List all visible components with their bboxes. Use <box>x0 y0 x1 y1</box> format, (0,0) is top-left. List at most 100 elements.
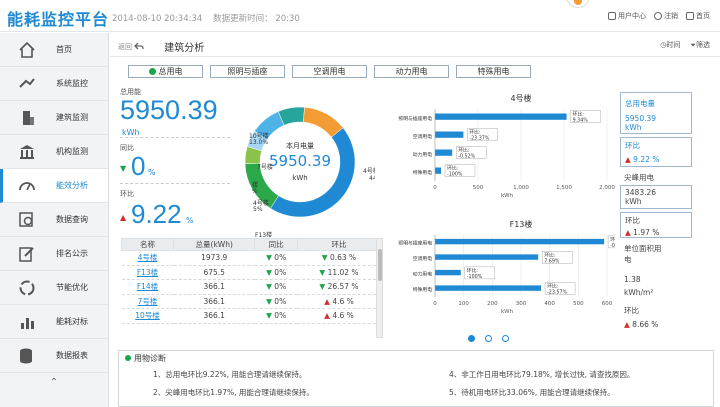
sidebar-item-4[interactable]: 能效分析 <box>0 169 108 203</box>
bar[interactable] <box>435 167 442 174</box>
slice-pct: 13.0% <box>249 139 268 146</box>
bar[interactable] <box>435 238 605 245</box>
building-link[interactable]: 4号楼 <box>121 250 174 266</box>
slice-pct: % <box>252 188 258 195</box>
rp-area-value: 1.38 <box>624 275 641 284</box>
bar[interactable] <box>435 269 461 276</box>
tab-label: 总用电 <box>158 67 183 76</box>
sidebar-item-0[interactable]: 首页 <box>0 33 108 67</box>
sidebar: 首页系统监控建筑监测 机构监测 能效分析 数据查询 排名公示 节能优化 能耗对标数据报表 ⌃ <box>0 33 109 407</box>
tab-3[interactable]: 动力用电 <box>374 65 449 78</box>
total-cell: 675.5 <box>173 265 255 280</box>
user-center-link[interactable]: 用户中心 <box>608 11 646 21</box>
yoy-text: 0% <box>274 267 287 277</box>
slice-pct: 44.7% <box>369 175 375 182</box>
user-icon <box>608 12 616 20</box>
sidebar-item-2[interactable]: 建筑监测 <box>0 101 108 135</box>
x-tick-label: 0 <box>433 301 437 307</box>
back-link[interactable]: 返回 <box>118 42 144 52</box>
table-scrollbar[interactable] <box>376 238 383 338</box>
building-link[interactable]: 7号楼 <box>121 294 174 309</box>
top-links: 用户中心 注销 首页 <box>608 11 710 21</box>
tab-label: 动力用电 <box>395 67 428 76</box>
rp-total-value: 5950.39 <box>625 114 657 123</box>
bar[interactable] <box>435 254 539 260</box>
annotation-label: 环比: <box>469 129 481 136</box>
y-tick-label: 特殊用电 <box>413 286 432 293</box>
x-tick-label: 0 <box>433 185 437 191</box>
pager-dot-3[interactable] <box>502 335 509 342</box>
x-tick-label: 1,000 <box>513 185 529 191</box>
annotation-value: -23.57% <box>547 289 567 295</box>
database-icon <box>18 347 36 365</box>
home-link[interactable]: 首页 <box>686 11 710 21</box>
sidebar-item-label: 系统监控 <box>56 79 88 88</box>
down-arrow-icon: ▼ <box>266 267 272 277</box>
sidebar-item-3[interactable]: 机构监测 <box>0 135 108 169</box>
sidebar-item-8[interactable]: 能耗对标 <box>0 305 108 339</box>
bar-chart-4: 4号楼0 500 1,000 1,500 2,000kWh照明与插座用电环比:9.34%… <box>398 93 615 199</box>
page-title: 建筑分析 <box>164 43 205 54</box>
mom-card: 环比 ▲ 9.22 % <box>620 137 692 167</box>
tab-4[interactable]: 特殊用电 <box>456 65 531 78</box>
rp-up-icon: ▲ <box>624 320 630 329</box>
donut-center-value: 5950.39 <box>269 152 331 170</box>
x-tick-label: 500 <box>573 301 584 307</box>
peak-card: 3483.26 kWh <box>620 185 692 209</box>
building-link[interactable]: 10号楼 <box>121 308 174 324</box>
sidebar-item-9[interactable]: 数据报表 <box>0 339 108 373</box>
rp-peak-mom-label: 环比 <box>625 216 640 225</box>
building-link[interactable]: F13楼 <box>121 265 174 280</box>
annotation-label: 环比: <box>547 282 559 289</box>
building-donut-chart: 本月电量5950.39kWh4号楼44.7%F13楼15.5%4号楼5%楼%7号… <box>244 106 375 237</box>
tab-0[interactable]: 总用电 <box>128 65 203 78</box>
building-icon <box>18 109 36 127</box>
mom-cell: ▲ 4.6 % <box>297 294 381 309</box>
annotation-value: -0.52% <box>458 154 475 160</box>
sidebar-item-6[interactable]: 排名公示 <box>0 237 108 271</box>
x-tick-label: 100 <box>458 301 469 307</box>
mom-cell: ▼ 0.63 % <box>297 250 381 266</box>
bar[interactable] <box>435 285 542 291</box>
slice-label: F13楼 <box>255 231 272 237</box>
tab-2[interactable]: 空调用电 <box>292 65 367 78</box>
scroll-thumb[interactable] <box>378 249 382 281</box>
table-row: 4号楼 1973.9 ▼ 0% ▼ 0.63 % <box>121 250 381 266</box>
bar[interactable] <box>435 149 453 156</box>
pager-dot-1[interactable] <box>468 335 475 342</box>
diagnosis-item: 2、尖峰用电环比1.97%, 用能合理请继续保持。 <box>153 388 314 397</box>
pager-dot-2[interactable] <box>485 335 492 342</box>
down-arrow-icon: ▼ <box>266 296 272 306</box>
table-row: F13楼 675.5 ▼ 0% ▼ 11.02 % <box>121 265 381 280</box>
bar[interactable] <box>435 113 567 120</box>
energy-type-tabs: 总用电 照明与插座 空调用电 动力用电 特殊用电 <box>128 65 531 78</box>
sidebar-item-5[interactable]: 数据查询 <box>0 203 108 237</box>
down-arrow-icon: ▼ <box>266 253 272 263</box>
sidebar-more-icon[interactable]: ⌃ <box>0 373 108 393</box>
chart-title: 4号楼 <box>510 93 531 103</box>
annotation-value: -100% <box>467 274 483 280</box>
sidebar-item-7[interactable]: 节能优化 <box>0 271 108 305</box>
divider <box>110 56 720 57</box>
annotation-value: -100% <box>447 172 463 178</box>
filter-button[interactable]: ⏷筛选 <box>690 40 710 50</box>
sidebar-item-label: 首页 <box>56 45 72 54</box>
rp-area-unit: kWh/m² <box>624 288 654 297</box>
time-button[interactable]: ◷时间 <box>660 40 680 50</box>
down-arrow-icon: ▼ <box>321 253 328 263</box>
mom-unit: % <box>186 216 194 225</box>
tab-1[interactable]: 照明与插座 <box>210 65 285 78</box>
rp-up-icon: ▲ <box>625 228 631 237</box>
total-value: 5950.39 <box>120 95 218 125</box>
peak-label: 尖峰用电 <box>624 173 654 182</box>
annotation-value: -23.37% <box>469 136 489 142</box>
sidebar-item-1[interactable]: 系统监控 <box>0 67 108 101</box>
logout-link[interactable]: 注销 <box>654 11 678 21</box>
bar[interactable] <box>435 131 464 138</box>
sidebar-item-label: 数据报表 <box>56 351 88 360</box>
column-header: 环比 <box>296 238 382 251</box>
building-link[interactable]: F14楼 <box>121 279 174 295</box>
mom-up-icon: ▲ <box>120 213 127 222</box>
x-tick-label: 400 <box>544 301 555 307</box>
collapse-toggle[interactable] <box>566 0 590 8</box>
